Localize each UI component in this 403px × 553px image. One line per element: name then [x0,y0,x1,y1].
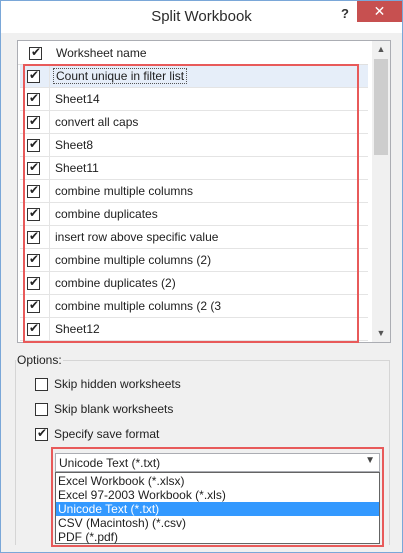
worksheet-checkbox[interactable]: ✔ [27,183,40,198]
checkmark-icon: ✔ [36,426,48,440]
checkmark-icon: ✔ [28,252,40,266]
checkmark-icon: ✔ [28,275,40,289]
column-divider [49,88,50,111]
save-format-options-list[interactable]: Excel Workbook (*.xlsx) Excel 97-2003 Wor… [55,472,380,544]
list-item[interactable]: ✔ Count unique in filter list [20,65,368,88]
save-format-dropdown[interactable]: Unicode Text (*.txt) ▼ [55,453,380,472]
column-divider [49,318,50,341]
list-item[interactable]: ✔ combine multiple columns (2 (3 [20,295,368,318]
checkmark-icon: ✔ [28,114,40,128]
scroll-down-arrow-icon[interactable]: ▼ [372,325,390,342]
column-divider [49,249,50,272]
checkmark-icon: ✔ [28,229,40,243]
worksheet-checkbox[interactable]: ✔ [27,206,40,221]
worksheet-checkbox[interactable]: ✔ [27,160,40,175]
worksheet-name: combine duplicates (2) [55,276,176,290]
worksheet-name: Sheet8 [55,138,94,152]
format-option[interactable]: Unicode Text (*.txt) [56,502,379,516]
column-divider [49,295,50,318]
skip-hidden-checkbox[interactable] [35,378,48,391]
worksheet-list[interactable]: ✔ Worksheet name ✔ Count unique in filter… [17,40,391,343]
worksheet-name: combine duplicates [55,207,158,221]
column-divider [49,157,50,180]
worksheet-checkbox[interactable]: ✔ [27,68,40,83]
dialog-content: ✔ Worksheet name ✔ Count unique in filter… [7,33,396,548]
group-border-right [389,360,390,545]
scroll-up-arrow-icon[interactable]: ▲ [372,41,390,58]
checkmark-icon: ✔ [30,45,42,59]
list-item[interactable]: ✔ combine duplicates [20,203,368,226]
column-divider [49,134,50,157]
worksheet-checkbox[interactable]: ✔ [27,91,40,106]
column-divider [49,226,50,249]
worksheet-name: Sheet11 [55,161,99,175]
worksheet-checkbox[interactable]: ✔ [27,137,40,152]
list-item[interactable]: ✔ convert all caps [20,111,368,134]
list-item[interactable]: ✔ Sheet8 [20,134,368,157]
worksheet-checkbox[interactable]: ✔ [27,229,40,244]
column-divider [49,203,50,226]
checkmark-icon: ✔ [28,137,40,151]
specify-format-label[interactable]: Specify save format [54,427,159,441]
worksheet-name: Count unique in filter list [53,68,188,84]
format-option[interactable]: CSV (Macintosh) (*.csv) [56,516,379,530]
list-item[interactable]: ✔ Sheet14 [20,88,368,111]
group-border-left [15,360,16,545]
worksheet-checkbox[interactable]: ✔ [27,114,40,129]
scroll-thumb[interactable] [374,59,388,155]
worksheet-checkbox[interactable]: ✔ [27,275,40,290]
select-all-checkbox[interactable]: ✔ [29,45,42,60]
worksheet-name: insert row above specific value [55,230,219,244]
checkmark-icon: ✔ [28,183,40,197]
column-divider [49,65,50,88]
checkmark-icon: ✔ [28,298,40,312]
title-bar: Split Workbook ? ✕ [1,1,402,33]
worksheet-name: Sheet14 [55,92,100,106]
specify-format-checkbox[interactable]: ✔ [35,426,48,441]
format-option[interactable]: Excel 97-2003 Workbook (*.xls) [56,488,379,502]
column-divider [49,272,50,295]
checkmark-icon: ✔ [28,68,40,82]
checkmark-icon: ✔ [28,91,40,105]
column-divider [49,180,50,203]
list-item[interactable]: ✔ Sheet12 [20,318,368,341]
worksheet-name: combine multiple columns (2 (3 [55,299,222,313]
list-item[interactable]: ✔ combine duplicates (2) [20,272,368,295]
checkmark-icon: ✔ [28,321,40,335]
worksheet-name: combine multiple columns [55,184,194,198]
list-item[interactable]: ✔ combine multiple columns [20,180,368,203]
skip-blank-label[interactable]: Skip blank worksheets [54,402,173,416]
list-item[interactable]: ✔ insert row above specific value [20,226,368,249]
worksheet-name: convert all caps [55,115,139,129]
options-group-label: Options: [17,353,62,367]
worksheet-checkbox[interactable]: ✔ [27,298,40,313]
format-option[interactable]: Excel Workbook (*.xlsx) [56,474,379,488]
skip-blank-checkbox[interactable] [35,403,48,416]
list-scrollbar[interactable]: ▲ ▼ [372,41,390,342]
skip-hidden-label[interactable]: Skip hidden worksheets [54,377,181,391]
split-workbook-dialog: Split Workbook ? ✕ ✔ Worksheet name ✔ Cou… [0,0,403,553]
save-format-value: Unicode Text (*.txt) [59,456,161,470]
list-item[interactable]: ✔ combine multiple columns (2) [20,249,368,272]
close-button[interactable]: ✕ [357,1,402,22]
chevron-down-icon[interactable]: ▼ [365,455,375,466]
list-item[interactable]: ✔ Sheet11 [20,157,368,180]
worksheet-checkbox[interactable]: ✔ [27,321,40,336]
help-button[interactable]: ? [331,4,359,26]
worksheet-checkbox[interactable]: ✔ [27,252,40,267]
worksheet-name: combine multiple columns (2) [55,253,212,267]
column-header-worksheet-name: Worksheet name [56,46,147,60]
checkmark-icon: ✔ [28,160,40,174]
list-header: ✔ Worksheet name [18,41,368,65]
checkmark-icon: ✔ [28,206,40,220]
column-divider [49,111,50,134]
worksheet-name: Sheet12 [55,322,100,336]
group-border-top [63,360,389,361]
format-option[interactable]: PDF (*.pdf) [56,530,379,544]
